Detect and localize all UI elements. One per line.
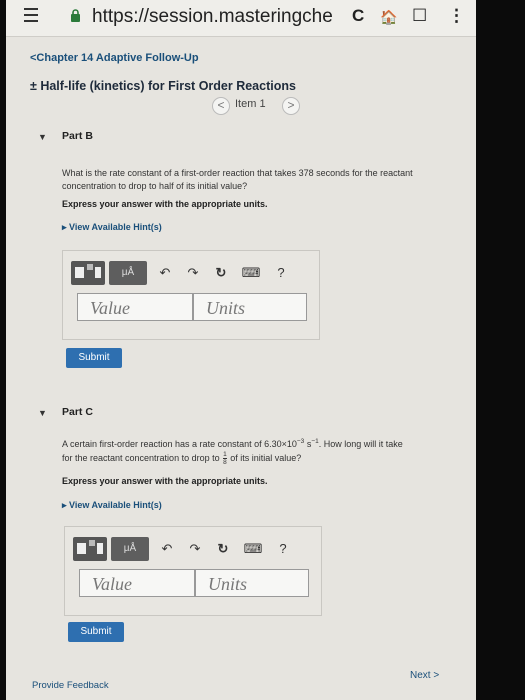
- home-icon[interactable]: 🏠: [380, 9, 397, 26]
- lock-icon: [71, 9, 80, 22]
- undo-icon[interactable]: ↶: [157, 537, 177, 561]
- item-navigator: < Item 1 >: [212, 96, 300, 115]
- part-b-title[interactable]: Part B: [62, 130, 93, 142]
- next-button[interactable]: Next >: [410, 670, 439, 681]
- part-c-submit-button[interactable]: Submit: [68, 622, 124, 642]
- part-c-units-input[interactable]: Units: [195, 569, 309, 597]
- part-b-toolbar: μÅ ↶ ↷ ↻ ⌨ ?: [71, 261, 301, 287]
- provide-feedback-link[interactable]: Provide Feedback: [32, 680, 109, 691]
- item-label: Item 1: [235, 98, 266, 110]
- browser-address-bar: https://session.masteringche C 🏠 ☐ ⋮: [6, 0, 476, 37]
- part-b-units-input[interactable]: Units: [193, 293, 307, 321]
- help-icon[interactable]: ?: [271, 261, 291, 285]
- part-c-question: A certain first-order reaction has a rat…: [62, 438, 403, 466]
- part-b-instruction: Express your answer with the appropriate…: [62, 199, 268, 209]
- keyboard-icon[interactable]: ⌨: [241, 261, 261, 285]
- part-c-caret-icon[interactable]: ▼: [38, 408, 47, 418]
- part-b-submit-button[interactable]: Submit: [66, 348, 122, 368]
- bookmark-icon[interactable]: ☐: [412, 6, 427, 26]
- part-b-hint-link[interactable]: ▸ View Available Hint(s): [62, 222, 162, 233]
- templates-icon[interactable]: [73, 537, 107, 561]
- part-b-answer-box: μÅ ↶ ↷ ↻ ⌨ ? Value Units: [62, 250, 320, 340]
- more-menu-icon[interactable]: ⋮: [448, 6, 465, 26]
- part-b-caret-icon[interactable]: ▼: [38, 132, 47, 142]
- part-c-answer-box: μÅ ↶ ↷ ↻ ⌨ ? Value Units: [64, 526, 322, 616]
- next-item-button[interactable]: >: [282, 97, 300, 115]
- breadcrumb[interactable]: <Chapter 14 Adaptive Follow-Up: [30, 52, 199, 64]
- part-c-title[interactable]: Part C: [62, 406, 93, 418]
- undo-icon[interactable]: ↶: [155, 261, 175, 285]
- units-mu-button[interactable]: μÅ: [109, 261, 147, 285]
- keyboard-icon[interactable]: ⌨: [243, 537, 263, 561]
- part-c-instruction: Express your answer with the appropriate…: [62, 476, 268, 486]
- phone-screen: https://session.masteringche C 🏠 ☐ ⋮ <Ch…: [6, 0, 476, 700]
- part-c-toolbar: μÅ ↶ ↷ ↻ ⌨ ?: [73, 537, 303, 563]
- units-mu-button[interactable]: μÅ: [111, 537, 149, 561]
- reset-icon[interactable]: ↻: [211, 261, 231, 285]
- part-c-value-input[interactable]: Value: [79, 569, 195, 597]
- reset-icon[interactable]: ↻: [213, 537, 233, 561]
- prev-item-button[interactable]: <: [212, 97, 230, 115]
- templates-icon[interactable]: [71, 261, 105, 285]
- redo-icon[interactable]: ↷: [183, 261, 203, 285]
- url-text[interactable]: https://session.masteringche: [92, 6, 333, 28]
- reload-icon[interactable]: C: [352, 6, 364, 26]
- part-b-value-input[interactable]: Value: [77, 293, 193, 321]
- redo-icon[interactable]: ↷: [185, 537, 205, 561]
- part-c-hint-link[interactable]: ▸ View Available Hint(s): [62, 500, 162, 511]
- part-b-question: What is the rate constant of a first-ord…: [62, 168, 413, 191]
- hamburger-icon[interactable]: [24, 8, 38, 26]
- help-icon[interactable]: ?: [273, 537, 293, 561]
- page-title: ± Half-life (kinetics) for First Order R…: [30, 79, 296, 93]
